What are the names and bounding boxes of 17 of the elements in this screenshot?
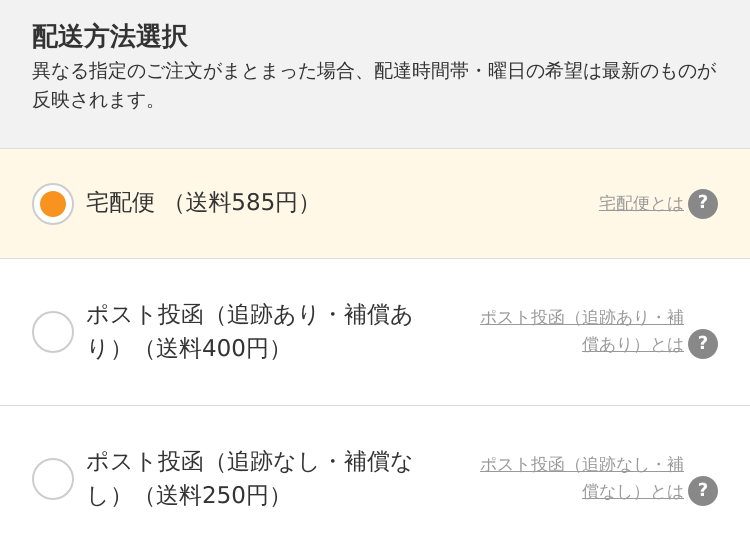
description-text: 異なる指定のご注文がまとまった場合、配達時間帯・曜日の希望は最新のものが反映されます。 [32,59,718,113]
radio-button[interactable] [32,458,74,500]
radio-button[interactable] [32,182,74,224]
option-label: ポスト投函（追跡なし・補償なし）（送料250円） [86,448,415,511]
shipping-option[interactable]: ポスト投函（追跡なし・補償なし）（送料250円） ポスト投函（追跡なし・補償なし）とは ? [0,406,750,541]
option-label: 宅配便 （送料585円） [86,189,322,218]
info-link[interactable]: ポスト投函（追跡なし・補償なし）とは [474,452,684,506]
shipping-option[interactable]: ポスト投函（追跡あり・補償あり）（送料400円） ポスト投函（追跡あり・補償あり）とは ? [0,259,750,406]
help-icon[interactable]: ? [688,188,718,218]
info-link[interactable]: 宅配便とは [599,191,684,218]
section-title: 配送方法選択 [32,22,189,54]
option-label: ポスト投函（追跡あり・補償あり）（送料400円） [86,300,415,364]
info-link[interactable]: ポスト投函（追跡あり・補償あり）とは [474,304,684,360]
help-icon[interactable]: ? [688,329,718,360]
shipping-option[interactable]: 宅配便 （送料585円） 宅配便とは ? [0,149,750,259]
radio-button[interactable] [32,311,74,353]
help-icon[interactable]: ? [688,476,718,506]
